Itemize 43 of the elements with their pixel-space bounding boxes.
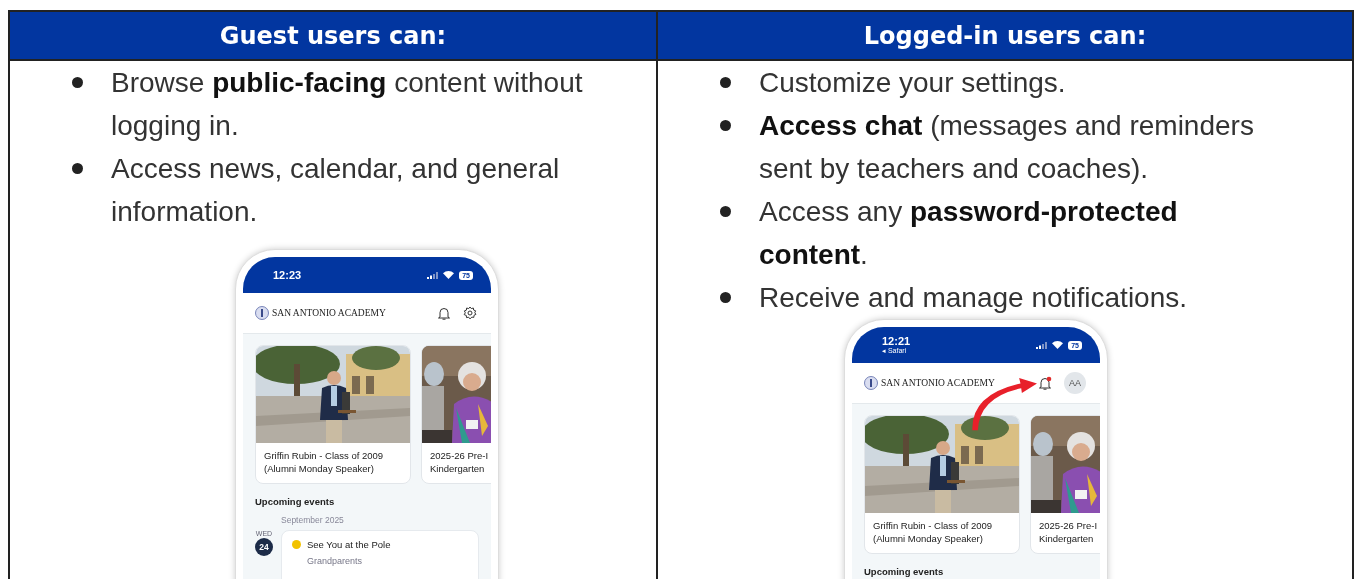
- bullet-icon: [72, 163, 83, 174]
- section-title: Upcoming events: [254, 495, 336, 507]
- status-time: 12:21: [882, 335, 911, 347]
- event-subtitle: Grandparents: [306, 555, 364, 566]
- bullet-icon: [720, 206, 731, 217]
- bullet-text: Receive and manage notifications.: [759, 281, 1188, 315]
- bullet-text: Access news, calendar, and general information.: [111, 152, 561, 229]
- event-title: See You at the Pole: [307, 539, 391, 550]
- news-card[interactable]: 2025-26 Pre-I Kindergarten: [421, 345, 491, 484]
- avatar[interactable]: AA: [1064, 372, 1086, 394]
- news-card[interactable]: Griffin Rubin - Class of 2009 (Alumni Monday Speaker): [255, 345, 411, 484]
- bullet-text: Customize your settings.: [759, 66, 1066, 100]
- card-caption: Griffin Rubin - Class of 2009 (Alumni Monday Speaker): [872, 519, 994, 546]
- event-card[interactable]: See You at the Pole Grandparents: [281, 530, 479, 579]
- seal-icon: [864, 376, 878, 390]
- bullet-icon: [72, 77, 83, 88]
- bell-icon[interactable]: [437, 305, 451, 321]
- news-card[interactable]: Griffin Rubin - Class of 2009 (Alumni Monday Speaker): [864, 415, 1020, 554]
- app-title: SAN ANTONIO ACADEMY: [881, 378, 996, 388]
- status-time: 12:23: [273, 269, 302, 281]
- signal-icon: [427, 271, 439, 279]
- bullet-text: Access chat (messages and reminders sent by teachers and coaches).: [759, 109, 1255, 186]
- column-heading: Logged-in users can:: [863, 21, 1147, 50]
- news-card[interactable]: 2025-26 Pre-I Kindergarten: [1030, 415, 1100, 554]
- card-caption: 2025-26 Pre-I Kindergarten: [1038, 519, 1099, 546]
- app-title: SAN ANTONIO ACADEMY: [272, 308, 387, 318]
- seal-icon: [255, 306, 269, 320]
- bullet-icon: [720, 292, 731, 303]
- wifi-icon: [443, 271, 455, 279]
- bullet-icon: [720, 120, 731, 131]
- section-title: Upcoming events: [863, 565, 945, 577]
- settings-icon[interactable]: [463, 306, 477, 320]
- day-badge: 24: [255, 538, 273, 556]
- bullet-text: Access any password-protected content.: [759, 195, 1179, 272]
- card-caption: 2025-26 Pre-I Kindergarten: [429, 449, 490, 476]
- bullet-text: Browse public-facing content without logging in.: [111, 66, 584, 143]
- signal-icon: [1036, 341, 1048, 349]
- wifi-icon: [1052, 341, 1064, 349]
- column-heading: Guest users can:: [219, 21, 447, 50]
- month-label: September 2025: [280, 514, 345, 525]
- bell-icon[interactable]: [1038, 375, 1052, 391]
- bullet-icon: [720, 77, 731, 88]
- card-caption: Griffin Rubin - Class of 2009 (Alumni Monday Speaker): [263, 449, 385, 476]
